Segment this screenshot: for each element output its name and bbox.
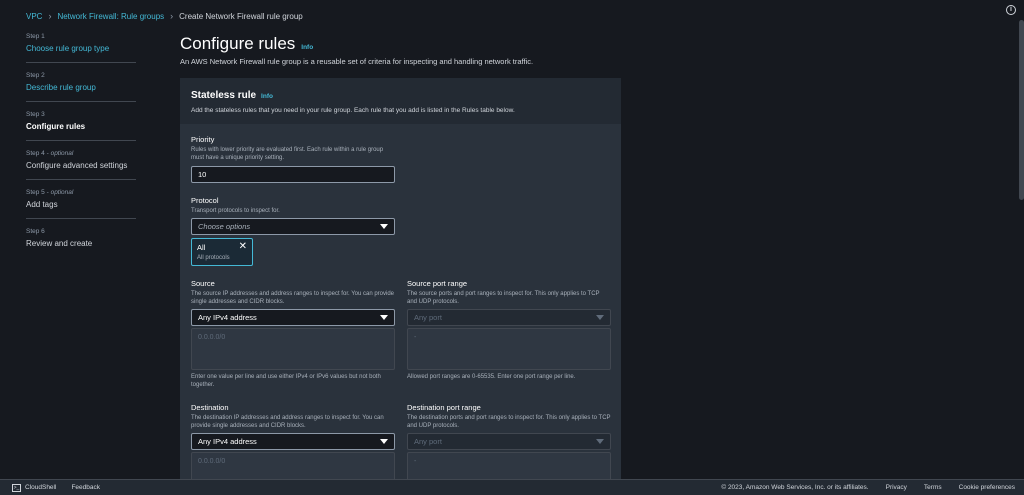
step-current-configure-rules: Configure rules: [26, 122, 86, 131]
protocol-placeholder: Choose options: [198, 222, 251, 231]
caret-down-icon: [596, 439, 604, 444]
step-1: Step 1 Choose rule group type: [26, 33, 136, 63]
chevron-right-icon: ›: [170, 11, 174, 21]
source-port-field: Source port range The source ports and p…: [407, 279, 611, 381]
panel-title-text: Stateless rule: [191, 90, 257, 101]
step-link-describe-rule-group[interactable]: Describe rule group: [26, 83, 136, 92]
info-icon[interactable]: i: [1006, 5, 1016, 15]
destination-label: Destination: [191, 403, 229, 412]
stateless-rule-panel: Stateless rule Info Add the stateless ru…: [180, 78, 621, 495]
step-link-choose-rule-group-type[interactable]: Choose rule group type: [26, 44, 136, 53]
breadcrumb-rule-groups[interactable]: Network Firewall: Rule groups: [57, 12, 164, 21]
priority-label: Priority: [191, 135, 215, 144]
feedback-link[interactable]: Feedback: [71, 484, 100, 491]
scrollbar[interactable]: [1019, 20, 1024, 200]
source-textarea: 0.0.0.0/0: [191, 328, 395, 370]
step-label: Step 3: [26, 111, 45, 118]
page-description: An AWS Network Firewall rule group is a …: [180, 57, 534, 66]
caret-down-icon: [596, 315, 604, 320]
source-description: The source IP addresses and address rang…: [191, 291, 395, 305]
source-select[interactable]: Any IPv4 address: [191, 309, 395, 326]
step-label: Step 5 - optional: [26, 189, 136, 196]
breadcrumb-current: Create Network Firewall rule group: [179, 11, 303, 21]
step-label: Step 6: [26, 228, 45, 235]
step-6: Step 6 Review and create: [26, 228, 136, 257]
destination-port-description: The destination ports and port ranges to…: [407, 415, 611, 429]
source-port-description: The source ports and port ranges to insp…: [407, 291, 600, 305]
destination-description: The destination IP addresses and address…: [191, 415, 384, 429]
source-field: Source The source IP addresses and addre…: [191, 279, 395, 389]
privacy-link[interactable]: Privacy: [886, 484, 907, 491]
page-title-text: Configure rules: [180, 34, 296, 53]
step-optional: optional: [50, 189, 74, 196]
protocol-label: Protocol: [191, 196, 219, 205]
token-description: All protocols: [197, 255, 230, 261]
step-2: Step 2 Describe rule group: [26, 72, 136, 102]
rule-form: Priority Rules with lower priority are e…: [180, 124, 621, 495]
cookie-preferences-link[interactable]: Cookie preferences: [959, 484, 1015, 491]
step-5: Step 5 - optional Add tags: [26, 189, 136, 219]
cloudshell-label: CloudShell: [25, 484, 57, 491]
destination-port-select: Any port: [407, 433, 611, 450]
page-title: Configure rules Info: [180, 34, 313, 54]
destination-select[interactable]: Any IPv4 address: [191, 433, 395, 450]
destination-port-label: Destination port range: [407, 403, 481, 412]
breadcrumb: VPC › Network Firewall: Rule groups › Cr…: [26, 11, 303, 21]
step-label: Step 2: [26, 72, 45, 79]
protocol-token: All All protocols ✕: [191, 238, 253, 266]
protocol-select[interactable]: Choose options: [191, 218, 395, 235]
footer-links: © 2023, Amazon Web Services, Inc. or its…: [721, 484, 1015, 491]
source-port-select: Any port: [407, 309, 611, 326]
panel-title: Stateless rule Info: [191, 90, 610, 101]
step-optional: optional: [50, 150, 74, 157]
info-link[interactable]: Info: [301, 44, 313, 51]
source-hint: Enter one value per line and use either …: [191, 374, 381, 388]
step-add-tags: Add tags: [26, 200, 58, 209]
caret-down-icon: [380, 439, 388, 444]
breadcrumb-vpc[interactable]: VPC: [26, 12, 42, 21]
source-label: Source: [191, 279, 215, 288]
protocol-field: Protocol Transport protocols to inspect …: [191, 196, 395, 235]
priority-description: Rules with lower priority are evaluated …: [191, 147, 384, 161]
source-port-select-value: Any port: [414, 313, 442, 322]
step-label: Step 4 - optional: [26, 150, 136, 157]
panel-description: Add the stateless rules that you need in…: [191, 107, 515, 114]
priority-input[interactable]: 10: [191, 166, 395, 183]
close-icon[interactable]: ✕: [239, 241, 247, 252]
step-review-and-create: Review and create: [26, 239, 93, 248]
panel-header: Stateless rule Info Add the stateless ru…: [180, 78, 621, 125]
step-label: Step 1: [26, 33, 45, 40]
step-label-text: Step 5 -: [26, 189, 51, 196]
priority-field: Priority Rules with lower priority are e…: [191, 135, 395, 183]
terminal-icon: >_: [12, 483, 21, 492]
protocol-description: Transport protocols to inspect for.: [191, 208, 280, 214]
caret-down-icon: [380, 315, 388, 320]
source-port-label: Source port range: [407, 279, 468, 288]
cloudshell-button[interactable]: >_ CloudShell: [12, 483, 57, 492]
source-port-hint: Allowed port ranges are 0-65535. Enter o…: [407, 374, 576, 380]
step-4: Step 4 - optional Configure advanced set…: [26, 150, 136, 180]
destination-port-select-value: Any port: [414, 437, 442, 446]
copyright-text: © 2023, Amazon Web Services, Inc. or its…: [721, 484, 869, 491]
console-footer: >_ CloudShell Feedback © 2023, Amazon We…: [0, 479, 1024, 495]
source-port-textarea: -: [407, 328, 611, 370]
chevron-right-icon: ›: [48, 11, 52, 21]
info-link[interactable]: Info: [261, 93, 273, 100]
wizard-steps: Step 1 Choose rule group type Step 2 Des…: [26, 33, 136, 266]
step-configure-advanced-settings: Configure advanced settings: [26, 161, 128, 170]
step-label-text: Step 4 -: [26, 150, 51, 157]
source-select-value: Any IPv4 address: [198, 313, 257, 322]
caret-down-icon: [380, 224, 388, 229]
step-3: Step 3 Configure rules: [26, 111, 136, 141]
destination-select-value: Any IPv4 address: [198, 437, 257, 446]
terms-link[interactable]: Terms: [924, 484, 942, 491]
